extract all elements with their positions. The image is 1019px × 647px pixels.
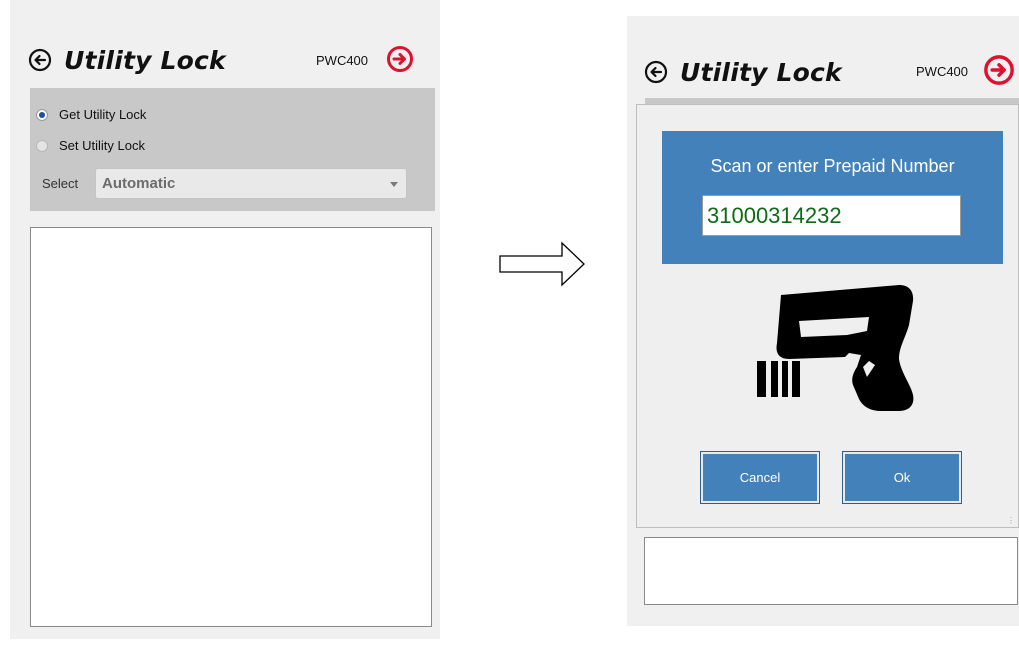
option-label: Get Utility Lock [59,107,147,122]
radio-get-utility-lock[interactable] [36,108,48,121]
lock-options-panel: Get Utility Lock Set Utility Lock Select… [30,88,435,211]
header-left: Utility Lock [28,40,226,80]
back-arrow-icon[interactable] [644,60,668,84]
mode-select[interactable]: Automatic [95,168,407,199]
page-title: Utility Lock [680,57,842,87]
cancel-button[interactable]: Cancel [700,451,820,504]
select-value: Automatic [102,175,176,192]
option-get-utility-lock[interactable]: Get Utility Lock [36,107,146,122]
option-set-utility-lock[interactable]: Set Utility Lock [36,138,145,153]
forward-arrow-icon[interactable] [983,54,1015,86]
results-list[interactable] [30,227,432,627]
radio-set-utility-lock[interactable] [36,139,48,152]
device-model: PWC400 [316,53,369,68]
barcode-scanner-icon [757,285,914,411]
page-title: Utility Lock [64,45,226,75]
results-list[interactable] [644,537,1018,605]
utility-lock-window-left: Utility Lock PWC400 Get Utility Lock Set… [10,0,440,639]
ok-button[interactable]: Ok [842,451,962,504]
device-model: PWC400 [916,64,969,79]
forward-arrow-icon[interactable] [386,45,414,73]
prepaid-number-input[interactable] [702,195,961,236]
prepaid-number-dialog: Scan or enter Prepaid Number Cancel Ok ⋮ [636,104,1019,528]
back-arrow-icon[interactable] [28,48,52,72]
flow-arrow-icon [499,241,585,287]
option-label: Set Utility Lock [59,138,145,153]
utility-lock-window-right: Utility Lock PWC400 Scan or enter Prepai… [627,16,1019,626]
scan-prompt-box: Scan or enter Prepaid Number [662,131,1003,264]
select-label: Select [42,176,79,191]
header-right: Utility Lock [644,52,842,92]
scan-prompt-label: Scan or enter Prepaid Number [710,156,955,176]
chevron-down-icon [390,182,398,187]
resize-grip-icon[interactable]: ⋮ [1007,517,1015,525]
